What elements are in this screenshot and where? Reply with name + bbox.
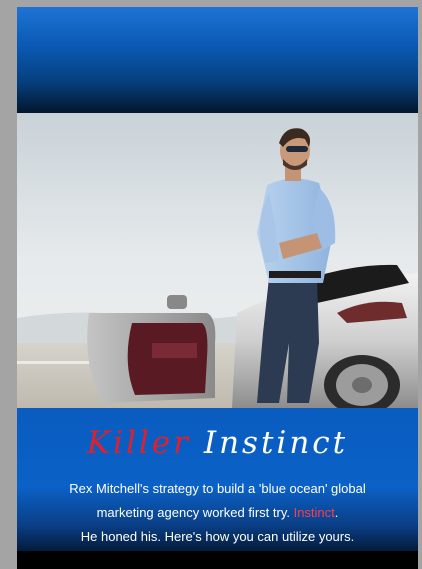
title-word-killer: Killer: [86, 425, 191, 461]
cover-title: Killer Instinct: [17, 423, 418, 463]
cover-tagline: Rex Mitchell's strategy to build a 'blue…: [17, 477, 418, 549]
cover-photo: [17, 113, 418, 408]
top-blue-gradient-band: [17, 7, 418, 113]
photo-man-leaning-on-convertible: [17, 113, 418, 408]
tagline-line-1: Rex Mitchell's strategy to build a 'blue…: [69, 481, 366, 496]
book-cover: Killer Instinct Rex Mitchell's strategy …: [17, 7, 418, 569]
tagline-highlight-instinct: Instinct: [293, 505, 335, 520]
tagline-line-2-period: .: [334, 505, 339, 520]
tagline-line-2-text: marketing agency worked first try.: [96, 505, 290, 520]
tagline-line-3: He honed his. Here's how you can utilize…: [80, 529, 355, 544]
bottom-black-strip: [17, 551, 418, 569]
tagline-line-2: marketing agency worked first try. Insti…: [17, 501, 418, 525]
page-background: Killer Instinct Rex Mitchell's strategy …: [0, 0, 422, 569]
title-word-instinct: Instinct: [203, 425, 349, 461]
